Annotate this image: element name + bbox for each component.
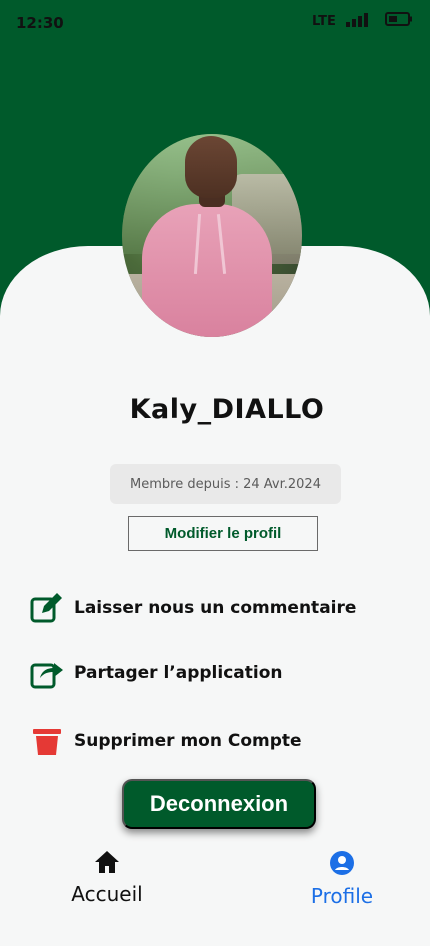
member-since: Membre depuis : 24 Avr.2024 xyxy=(110,464,341,504)
share-icon xyxy=(30,656,64,690)
avatar xyxy=(122,134,302,337)
signal-icon xyxy=(346,13,368,27)
tab-label: Profile xyxy=(310,884,374,908)
menu-item-share[interactable]: Partager l’application xyxy=(30,656,283,690)
trash-icon xyxy=(30,724,64,758)
home-icon xyxy=(95,851,119,873)
time: 12:30 xyxy=(16,14,64,32)
user-icon xyxy=(330,851,354,875)
network-label: LTE xyxy=(312,14,336,29)
menu-label: Partager l’application xyxy=(74,663,283,683)
tab-home[interactable]: Accueil xyxy=(62,850,152,906)
menu-label: Supprimer mon Compte xyxy=(74,731,302,751)
battery-icon xyxy=(385,12,412,26)
tab-profile[interactable]: Profile xyxy=(302,850,382,908)
menu-item-feedback[interactable]: Laisser nous un commentaire xyxy=(30,591,356,625)
menu-label: Laisser nous un commentaire xyxy=(74,598,357,618)
tab-label: Accueil xyxy=(71,882,143,906)
logout-button[interactable]: Deconnexion xyxy=(122,779,316,829)
username: Kaly_DIALLO xyxy=(129,394,325,425)
edit-icon xyxy=(30,591,64,625)
edit-profile-button[interactable]: Modifier le profil xyxy=(128,516,318,551)
menu-item-delete[interactable]: Supprimer mon Compte xyxy=(30,724,302,758)
status-bar: 12:30 LTE xyxy=(0,0,430,44)
